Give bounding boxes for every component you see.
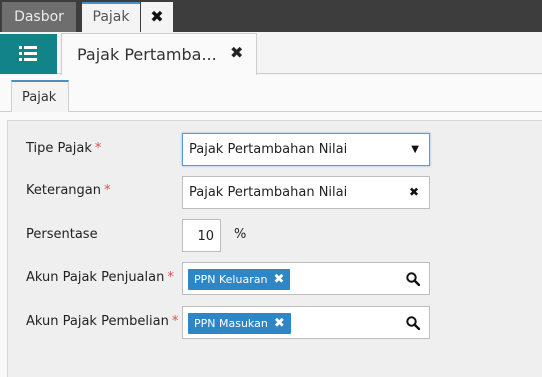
keterangan-input[interactable]: Pajak Pertambahan Nilai ✖	[182, 176, 430, 209]
percent-unit: %	[234, 227, 247, 242]
document-tab[interactable]: Pajak Pertamba... ✖	[61, 33, 257, 75]
tab-section-pajak[interactable]: Pajak	[11, 80, 69, 112]
label-tipe-pajak: Tipe Pajak *	[26, 141, 102, 156]
ppn-keluaran-chip: PPN Keluaran ✖	[188, 269, 291, 290]
menu-list-button[interactable]	[0, 34, 57, 74]
section-tab-label: Pajak	[22, 90, 57, 105]
remove-chip-icon[interactable]: ✖	[273, 269, 284, 290]
label-keterangan: Keterangan *	[26, 183, 111, 198]
tab-pajak[interactable]: Pajak	[82, 2, 140, 32]
ppn-masukan-chip: PPN Masukan ✖	[188, 313, 291, 334]
required-marker: *	[167, 270, 174, 285]
label-akun-pajak-penjualan: Akun Pajak Penjualan *	[26, 270, 174, 285]
keterangan-value: Pajak Pertambahan Nilai	[189, 185, 348, 200]
required-marker: *	[103, 183, 111, 198]
chip-label: PPN Masukan	[194, 317, 268, 330]
persentase-input[interactable]: 10	[182, 219, 221, 252]
search-icon[interactable]	[406, 272, 420, 286]
akun-penjualan-field[interactable]: PPN Keluaran ✖	[182, 262, 430, 295]
document-tab-title: Pajak Pertamba...	[77, 45, 217, 64]
tab-dasbor[interactable]: Dasbor	[2, 2, 76, 32]
close-icon[interactable]: ✖	[230, 43, 243, 62]
dropdown-arrow-icon[interactable]: ▼	[411, 144, 419, 155]
section-tab-divider	[0, 111, 542, 112]
close-tab-icon[interactable]: ✖	[141, 2, 173, 32]
required-marker: *	[171, 314, 179, 329]
label-persentase: Persentase	[26, 227, 98, 242]
list-icon	[19, 46, 37, 61]
tipe-pajak-value: Pajak Pertambahan Nilai	[189, 142, 348, 157]
remove-chip-icon[interactable]: ✖	[274, 313, 285, 334]
clear-icon[interactable]: ✖	[409, 185, 419, 199]
akun-pembelian-field[interactable]: PPN Masukan ✖	[182, 306, 430, 339]
persentase-value: 10	[197, 229, 214, 244]
search-icon[interactable]	[406, 316, 420, 330]
required-marker: *	[94, 141, 102, 156]
tipe-pajak-select[interactable]: Pajak Pertambahan Nilai ▼	[182, 133, 430, 166]
label-akun-pajak-pembelian: Akun Pajak Pembelian *	[26, 314, 179, 329]
chip-label: PPN Keluaran	[194, 273, 268, 286]
